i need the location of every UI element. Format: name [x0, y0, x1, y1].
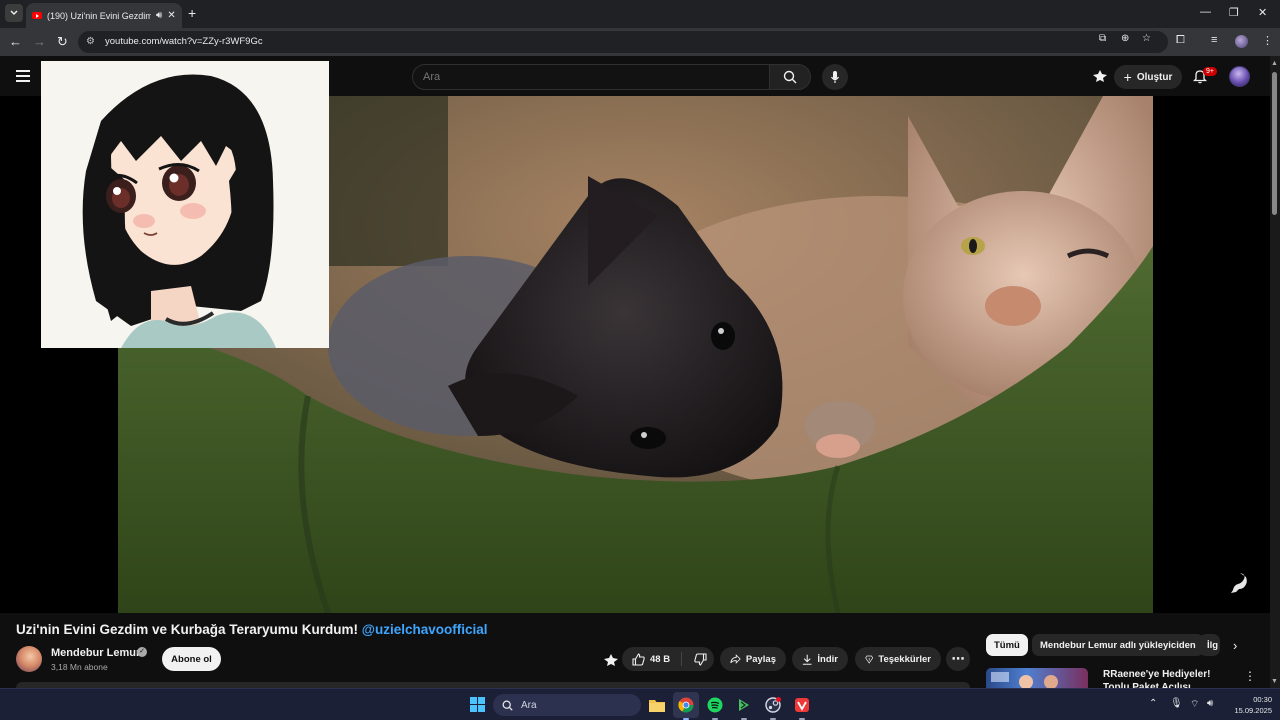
thanks-icon — [865, 655, 874, 664]
menu-dots-icon[interactable]: ⋮ — [1262, 34, 1273, 47]
search-field[interactable] — [412, 64, 770, 90]
notification-badge: 9+ — [1203, 67, 1217, 76]
search-icon — [502, 700, 513, 711]
taskbar-search[interactable]: Ara — [493, 694, 641, 716]
chrome-icon[interactable] — [677, 696, 695, 714]
system-clock[interactable]: 00:30 15.09.2025 — [1226, 694, 1272, 716]
tab-close-icon[interactable]: ✕ — [167, 10, 175, 21]
window-close-icon[interactable]: ✕ — [1258, 6, 1267, 19]
voice-search-button[interactable] — [822, 64, 848, 90]
search-icon — [783, 70, 797, 84]
tab-title: (190) Uzi'nin Evini Gezdim v — [47, 10, 151, 21]
chip-related[interactable]: İlg — [1199, 634, 1220, 656]
tab-list-button[interactable] — [5, 4, 23, 22]
reload-icon[interactable]: ↻ — [57, 34, 68, 50]
back-icon[interactable]: ← — [9, 34, 22, 49]
recommended-thumbnail[interactable] — [986, 668, 1088, 688]
like-dislike-group: 48 B — [622, 647, 714, 671]
create-label: Oluştur — [1136, 71, 1173, 83]
download-button[interactable]: İndir — [792, 647, 848, 671]
account-avatar[interactable] — [1229, 66, 1250, 87]
channel-name[interactable]: Mendebur Lemur — [51, 647, 140, 659]
channel-watermark-icon[interactable] — [1228, 571, 1250, 595]
search-input[interactable] — [413, 65, 769, 89]
tab-list-icon — [10, 10, 18, 16]
verified-check-icon: ✓ — [137, 647, 147, 657]
windows-logo-icon[interactable] — [470, 697, 485, 712]
clock-date: 15.09.2025 — [1234, 706, 1272, 715]
youtube-favicon — [32, 12, 42, 19]
more-actions-button[interactable]: ⋯ — [946, 647, 970, 671]
terminal-icon[interactable] — [735, 696, 753, 714]
browser-tab-strip: (190) Uzi'nin Evini Gezdim v 🔊︎ ✕ + — ❐ … — [0, 0, 1280, 28]
new-tab-plus-icon[interactable]: + — [188, 5, 196, 21]
thumb-down-icon — [694, 652, 707, 666]
hamburger-icon[interactable] — [16, 70, 30, 85]
video-title: Uzi'nin Evini Gezdim ve Kurbağa Teraryum… — [16, 622, 487, 637]
portrait-overlay-image — [41, 61, 329, 348]
vivaldi-icon[interactable] — [793, 696, 811, 714]
speaker-icon[interactable]: 🔊︎ — [156, 10, 162, 21]
browser-tab-active[interactable]: (190) Uzi'nin Evini Gezdim v 🔊︎ ✕ — [26, 3, 182, 28]
taskbar-search-label: Ara — [521, 699, 537, 711]
thanks-button[interactable]: Teşekkürler — [855, 647, 941, 671]
star-icon[interactable]: ☆ — [1142, 33, 1151, 44]
cast-icon[interactable]: ⧉ — [1099, 33, 1106, 44]
video-title-mention-link[interactable]: @uzielchavoofficial — [362, 622, 488, 637]
wifi-icon[interactable]: ⌔ — [1190, 698, 1199, 711]
anime-girl-illustration — [41, 61, 329, 348]
subscribe-button[interactable]: Abone ol — [162, 647, 221, 671]
windows-taskbar: Ara ⌃ 🎙︎ ⌔ 🔊︎ 00:30 15.09.2025 — [0, 688, 1280, 720]
forward-icon[interactable]: → — [33, 34, 46, 49]
extensions-icon[interactable]: ⧠ — [1176, 34, 1185, 47]
recommended-thumbnail-art — [991, 672, 1058, 688]
sparkle-icon[interactable] — [1092, 69, 1108, 83]
chevron-up-icon[interactable]: ⌃ — [1149, 698, 1157, 709]
recommended-more-icon[interactable]: ⋮ — [1244, 669, 1256, 683]
browser-toolbar: ← → ↻ ⚙ youtube.com/watch?v=ZZy-r3WF9Gc … — [0, 28, 1280, 56]
address-bar[interactable]: ⚙ youtube.com/watch?v=ZZy-r3WF9Gc — [78, 31, 1168, 53]
volume-icon[interactable]: 🔊︎ — [1207, 698, 1213, 709]
chip-from-uploader[interactable]: Mendebur Lemur adlı yükleyiciden — [1032, 634, 1204, 656]
clock-time: 00:30 — [1253, 695, 1272, 704]
thanks-label: Teşekkürler — [878, 653, 931, 665]
site-info-icon[interactable]: ⚙ — [86, 36, 95, 47]
steam-icon[interactable] — [764, 696, 782, 714]
share-arrow-icon — [730, 654, 741, 664]
zoom-icon[interactable]: ⊕ — [1121, 33, 1129, 44]
chevron-right-icon[interactable]: › — [1233, 638, 1237, 653]
dislike-button[interactable] — [687, 652, 714, 666]
download-icon — [802, 654, 812, 665]
download-label: İndir — [817, 653, 838, 665]
file-explorer-icon[interactable] — [648, 696, 666, 714]
url-text: youtube.com/watch?v=ZZy-r3WF9Gc — [105, 36, 263, 47]
channel-avatar[interactable] — [16, 646, 42, 672]
mic-icon — [831, 71, 839, 83]
share-label: Paylaş — [745, 653, 776, 665]
scrollbar-thumb[interactable] — [1272, 72, 1277, 215]
share-button[interactable]: Paylaş — [720, 647, 786, 671]
more-icon: ⋯ — [951, 651, 965, 666]
search-button[interactable] — [769, 64, 811, 90]
browser-profile-avatar[interactable] — [1235, 35, 1248, 48]
create-button[interactable]: + Oluştur — [1114, 65, 1182, 89]
spotify-icon[interactable] — [706, 696, 724, 714]
like-count: 48 B — [650, 653, 671, 665]
subscriber-count: 3,18 Mn abone — [51, 662, 108, 672]
recommended-title[interactable]: RRaenee'ye Hediyeler! Toplu Paket Açılış… — [1103, 668, 1233, 688]
media-icon[interactable]: ≡ — [1211, 34, 1217, 46]
scroll-down-icon[interactable]: ▼ — [1271, 678, 1278, 685]
video-title-text: Uzi'nin Evini Gezdim ve Kurbağa Teraryum… — [16, 622, 359, 637]
restore-icon[interactable]: ❐ — [1229, 6, 1239, 19]
thumb-up-icon — [632, 652, 645, 666]
sparkle-icon[interactable] — [603, 653, 619, 667]
like-button[interactable]: 48 B — [622, 652, 682, 666]
mic-tray-icon[interactable]: 🎙︎ — [1170, 698, 1183, 709]
minimize-icon[interactable]: — — [1200, 6, 1211, 18]
scroll-up-icon[interactable]: ▲ — [1271, 60, 1278, 67]
chip-all[interactable]: Tümü — [986, 634, 1028, 656]
plus-icon: + — [1123, 69, 1132, 85]
